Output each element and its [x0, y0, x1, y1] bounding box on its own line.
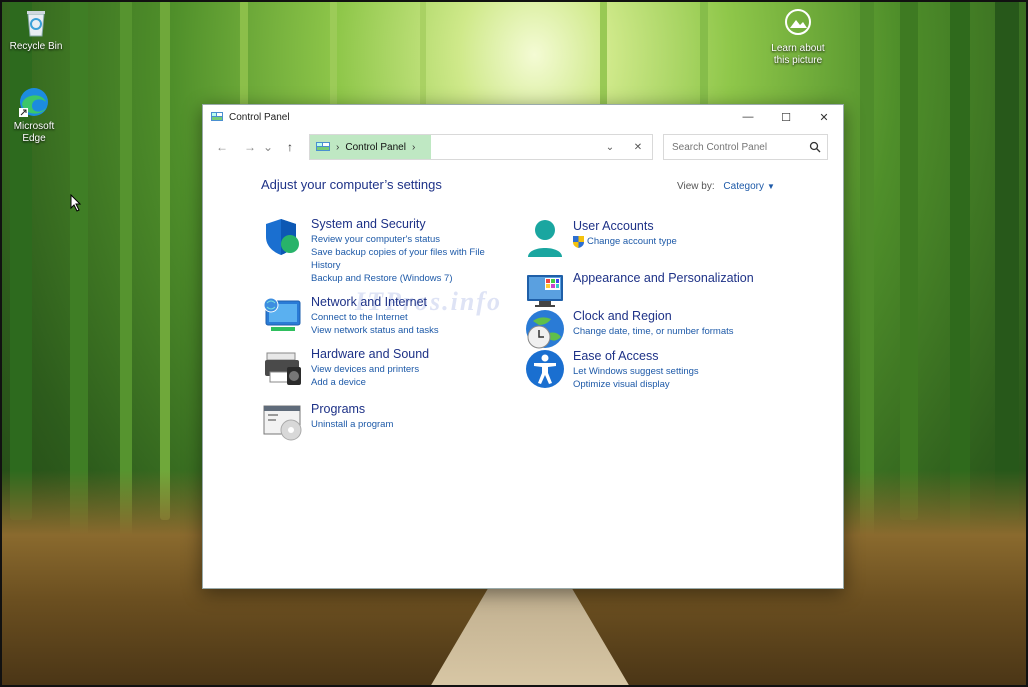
clock-globe-icon[interactable]	[525, 309, 565, 349]
category-ease-of-access: Ease of Access Let Windows suggest setti…	[525, 349, 699, 391]
category-title[interactable]: Clock and Region	[573, 309, 734, 324]
recycle-bin-icon	[20, 6, 52, 38]
desktop-icon-label: Learn about this picture	[771, 43, 825, 66]
category-title[interactable]: Network and Internet	[311, 295, 439, 310]
forward-button[interactable]: →	[239, 136, 261, 158]
category-link-wrapper: Change account type	[573, 235, 677, 248]
uac-shield-icon	[573, 235, 584, 248]
breadcrumb-separator[interactable]: ›	[336, 142, 339, 153]
category-link[interactable]: Connect to the Internet	[311, 311, 439, 324]
chevron-down-icon[interactable]: ▼	[767, 182, 775, 191]
mouse-cursor-icon	[70, 194, 82, 212]
bamboo-stalk	[600, 0, 607, 110]
category-link[interactable]: History	[311, 259, 485, 272]
desktop-icon-learn-about-picture[interactable]: Learn about this picture	[766, 8, 830, 67]
category-title[interactable]: Ease of Access	[573, 349, 699, 364]
page-title: Adjust your computer’s settings	[261, 177, 442, 192]
recent-locations-button[interactable]: ⌄	[261, 136, 275, 158]
category-hardware-and-sound: Hardware and Sound View devices and prin…	[263, 347, 429, 389]
address-bar[interactable]: › Control Panel › ⌄ ✕	[309, 134, 653, 160]
bamboo-stalk	[70, 0, 88, 540]
breadcrumb-separator[interactable]: ›	[412, 142, 415, 153]
category-link[interactable]: Change date, time, or number formats	[573, 325, 734, 338]
address-clear-button[interactable]: ✕	[624, 142, 652, 153]
edge-icon	[18, 86, 50, 118]
category-link[interactable]: View devices and printers	[311, 363, 429, 376]
bamboo-stalk	[700, 0, 708, 110]
view-by-label: View by:	[677, 181, 715, 192]
category-title[interactable]: Programs	[311, 402, 393, 417]
spotlight-icon	[782, 8, 814, 40]
address-dropdown-button[interactable]: ⌄	[596, 142, 624, 153]
monitor-palette-icon[interactable]	[525, 271, 565, 311]
navigation-bar: ← → ⌄ ↑ › Control Panel › ⌄ ✕	[203, 129, 843, 165]
category-title[interactable]: User Accounts	[573, 219, 677, 234]
view-by-dropdown[interactable]: Category	[723, 181, 764, 192]
accessibility-icon[interactable]	[525, 349, 565, 389]
category-programs: Programs Uninstall a program	[263, 402, 393, 442]
category-link[interactable]: Add a device	[311, 376, 429, 389]
bamboo-stalk	[420, 0, 426, 110]
breadcrumb: › Control Panel ›	[310, 135, 432, 159]
desktop-icon-label: Recycle Bin	[9, 41, 63, 52]
maximize-button[interactable]: ☐	[767, 105, 805, 129]
up-button[interactable]: ↑	[279, 136, 301, 158]
bamboo-stalk	[860, 0, 874, 540]
category-user-accounts: User Accounts Change account type	[525, 219, 677, 259]
category-link[interactable]: Review your computer's status	[311, 233, 485, 246]
user-icon[interactable]	[525, 219, 565, 259]
shield-icon[interactable]	[263, 217, 303, 257]
title-bar[interactable]: Control Panel — ☐ ✕	[203, 105, 843, 129]
search-box[interactable]	[663, 134, 828, 160]
desktop-icon-label: Microsoft Edge	[13, 121, 55, 144]
category-title[interactable]: Hardware and Sound	[311, 347, 429, 362]
back-button[interactable]: ←	[211, 136, 233, 158]
category-title[interactable]: Appearance and Personalization	[573, 271, 754, 286]
category-network-and-internet: Network and Internet Connect to the Inte…	[263, 295, 439, 337]
printer-icon[interactable]	[263, 347, 303, 387]
bamboo-stalk	[995, 0, 1019, 520]
category-link[interactable]: Backup and Restore (Windows 7)	[311, 272, 485, 285]
bamboo-stalk	[240, 0, 248, 110]
breadcrumb-control-panel[interactable]: Control Panel	[345, 142, 406, 153]
bamboo-stalk	[330, 0, 337, 110]
network-globe-icon[interactable]	[263, 295, 303, 335]
search-input[interactable]	[670, 140, 804, 154]
programs-icon[interactable]	[263, 402, 303, 442]
category-link[interactable]: Uninstall a program	[311, 418, 393, 431]
category-system-and-security: System and Security Review your computer…	[263, 217, 485, 285]
category-link[interactable]: Save backup copies of your files with Fi…	[311, 246, 485, 259]
minimize-button[interactable]: —	[729, 105, 767, 129]
category-appearance-and-personalization: Appearance and Personalization	[525, 271, 754, 311]
category-title[interactable]: System and Security	[311, 217, 485, 232]
category-link[interactable]: Change account type	[587, 235, 677, 248]
view-by: View by: Category ▼	[677, 181, 775, 192]
control-panel-icon	[211, 112, 223, 121]
bamboo-stalk	[10, 0, 32, 520]
category-link[interactable]: Let Windows suggest settings	[573, 365, 699, 378]
desktop-icon-edge[interactable]: Microsoft Edge	[2, 86, 66, 145]
desktop-icon-recycle-bin[interactable]: Recycle Bin	[4, 6, 68, 53]
search-icon[interactable]	[809, 141, 821, 153]
control-panel-icon	[316, 142, 330, 151]
bamboo-stalk	[160, 0, 170, 520]
category-link[interactable]: Optimize visual display	[573, 378, 699, 391]
close-button[interactable]: ✕	[805, 105, 843, 129]
bamboo-stalk	[900, 0, 918, 520]
window-title: Control Panel	[229, 111, 290, 123]
category-clock-and-region: Clock and Region Change date, time, or n…	[525, 309, 734, 349]
category-link[interactable]: View network status and tasks	[311, 324, 439, 337]
control-panel-window: Control Panel — ☐ ✕ ← → ⌄ ↑ › Control Pa…	[202, 104, 844, 589]
